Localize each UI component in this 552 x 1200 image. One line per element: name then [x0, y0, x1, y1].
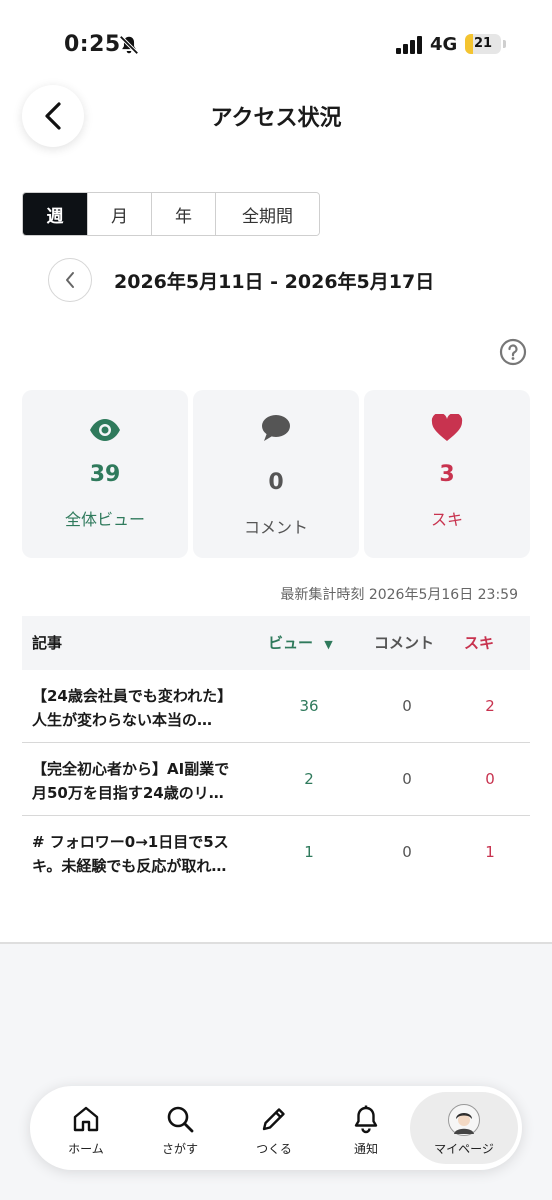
tab-year[interactable]: 年	[152, 193, 216, 235]
row-likes: 1	[485, 843, 495, 861]
bottom-nav: ホーム さがす つくる 通知 マイページ	[30, 1086, 522, 1170]
heart-icon	[431, 414, 463, 441]
nav-search[interactable]: さがす	[132, 1092, 228, 1164]
comments-card: 0 コメント	[193, 390, 359, 558]
tab-month[interactable]: 月	[88, 193, 152, 235]
status-time: 0:25	[64, 32, 121, 57]
nav-home-label: ホーム	[68, 1142, 104, 1156]
article-title[interactable]: 【24歳会社員でも変われた】 人生が変わらない本当の…	[32, 684, 262, 732]
status-bar: 0:25 4G 21	[0, 0, 552, 90]
row-views: 2	[304, 770, 314, 788]
battery-icon: 21	[465, 34, 501, 54]
row-comments: 0	[402, 770, 412, 788]
row-comments: 0	[402, 843, 412, 861]
nav-mypage[interactable]: マイページ	[410, 1092, 518, 1164]
eye-icon	[90, 419, 120, 441]
article-title[interactable]: # フォロワー0→1日目で5ス キ。未経験でも反応が取れ…	[32, 830, 262, 878]
page-title: アクセス状況	[210, 106, 342, 131]
header-views[interactable]: ビュー ▼	[268, 616, 333, 670]
header-article: 記事	[32, 634, 63, 652]
chevron-left-icon	[66, 272, 74, 288]
avatar	[448, 1104, 480, 1136]
stats-cards: 39 全体ビュー 0 コメント 3 スキ	[22, 390, 530, 558]
search-icon	[167, 1106, 194, 1133]
bell-icon	[354, 1105, 378, 1134]
views-label: 全体ビュー	[64, 510, 145, 529]
comments-count: 0	[268, 470, 284, 495]
table-row[interactable]: 【完全初心者から】AI副業で 月50万を目指す24歳のリ… 2 0 0	[22, 743, 530, 816]
nav-create[interactable]: つくる	[226, 1092, 322, 1164]
bell-off-icon	[119, 35, 139, 55]
table-header: 記事 ビュー ▼ コメント スキ	[22, 616, 530, 670]
nav-notifications[interactable]: 通知	[318, 1092, 414, 1164]
battery-percent: 21	[473, 36, 493, 51]
page: 0:25 4G 21 アクセス状況 週 月 年 全期間 2026年5月11日 -…	[0, 0, 552, 944]
views-count: 39	[89, 462, 121, 487]
pencil-icon	[262, 1108, 285, 1131]
nav-search-label: さがす	[161, 1142, 198, 1156]
date-range: 2026年5月11日 - 2026年5月17日	[114, 271, 435, 293]
help-icon[interactable]	[499, 338, 527, 366]
nav-create-label: つくる	[256, 1142, 292, 1156]
signal-icon	[396, 36, 424, 54]
speech-bubble-icon	[262, 415, 290, 441]
nav-mypage-label: マイページ	[434, 1142, 494, 1156]
likes-count: 3	[439, 462, 455, 487]
tab-week[interactable]: 週	[23, 193, 88, 235]
likes-label: スキ	[430, 510, 463, 529]
nav-notifications-label: 通知	[353, 1142, 378, 1156]
sort-desc-icon: ▼	[324, 638, 333, 651]
home-icon	[73, 1106, 99, 1132]
header-comments[interactable]: コメント	[374, 616, 434, 670]
period-tabs: 週 月 年 全期間	[22, 192, 320, 236]
article-title[interactable]: 【完全初心者から】AI副業で 月50万を目指す24歳のリ…	[32, 757, 262, 805]
header-likes[interactable]: スキ	[464, 616, 494, 670]
previous-period-button[interactable]	[48, 258, 92, 302]
table-row[interactable]: # フォロワー0→1日目で5ス キ。未経験でも反応が取れ… 1 0 1	[22, 816, 530, 889]
network-type: 4G	[430, 34, 458, 55]
row-likes: 2	[485, 697, 495, 715]
views-card: 39 全体ビュー	[22, 390, 188, 558]
row-likes: 0	[485, 770, 495, 788]
tab-all-time[interactable]: 全期間	[216, 193, 319, 235]
row-comments: 0	[402, 697, 412, 715]
articles-table: 記事 ビュー ▼ コメント スキ 【24歳会社員でも変われた】 人生が変わらない…	[22, 616, 530, 889]
nav-home[interactable]: ホーム	[38, 1092, 134, 1164]
table-row[interactable]: 【24歳会社員でも変われた】 人生が変わらない本当の… 36 0 2	[22, 670, 530, 743]
row-views: 1	[304, 843, 314, 861]
comments-label: コメント	[243, 518, 308, 537]
header-views-label: ビュー	[268, 634, 314, 652]
last-updated: 最新集計時刻 2026年5月16日 23:59	[280, 587, 518, 603]
likes-card: 3 スキ	[364, 390, 530, 558]
row-views: 36	[299, 697, 319, 715]
